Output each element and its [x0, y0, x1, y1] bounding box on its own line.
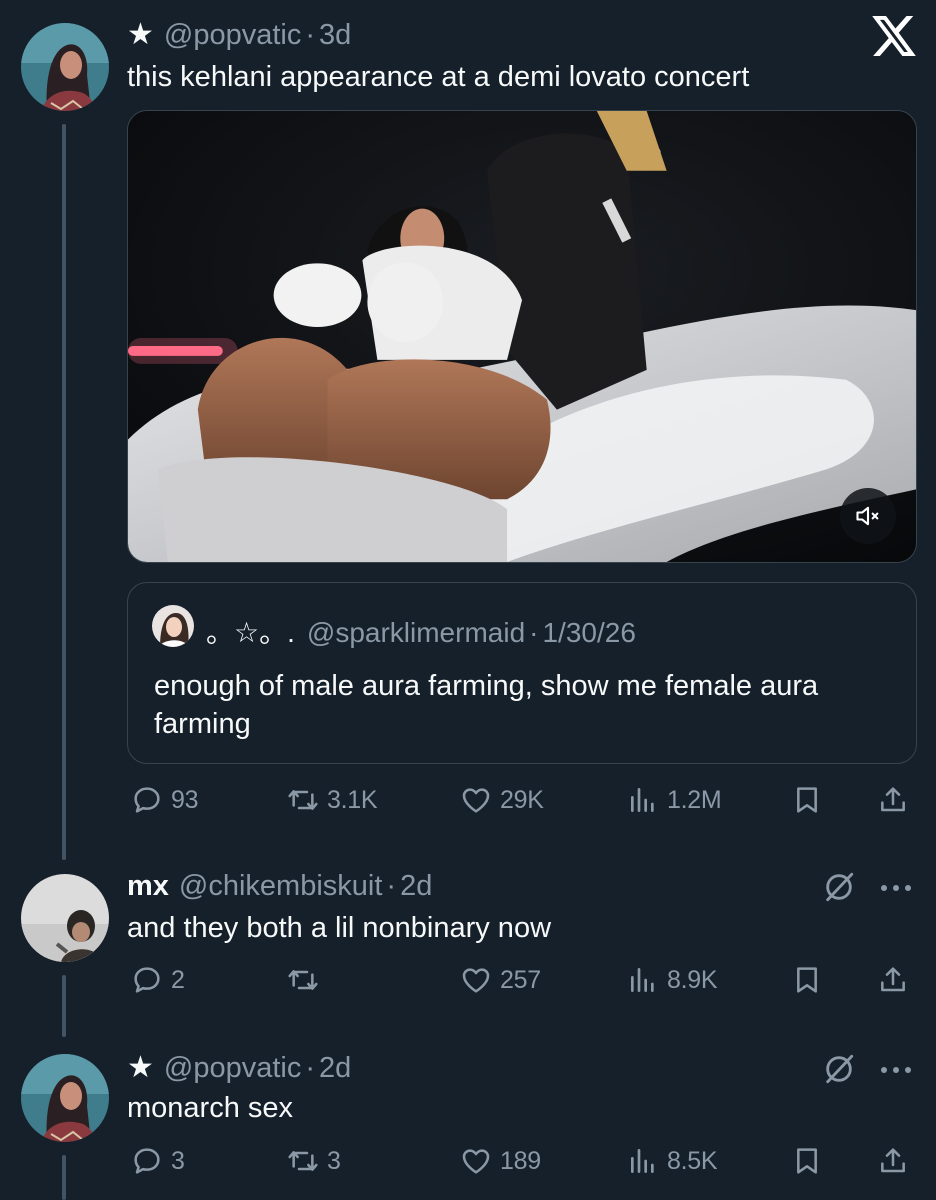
thread-line: [62, 975, 66, 1037]
share-icon: [881, 787, 905, 812]
separator-dot: ·: [529, 617, 539, 648]
action-bar: 2 257 8.9K: [127, 960, 917, 1000]
bookmark-icon: [797, 787, 817, 813]
mute-button[interactable]: [840, 488, 896, 544]
retweet-button[interactable]: 3.1K: [287, 780, 378, 820]
reply-button[interactable]: 3: [131, 1141, 185, 1181]
quote-name[interactable]: 。☆。.: [206, 611, 295, 651]
views-count: 8.9K: [667, 965, 718, 994]
avatar[interactable]: [21, 1054, 109, 1142]
quote-text: enough of male aura farming, show me fem…: [154, 670, 819, 740]
views-button[interactable]: 8.5K: [627, 1141, 718, 1181]
share-icon: [881, 967, 905, 992]
separator-dot: ·: [305, 1052, 316, 1084]
reply-icon: [134, 1148, 160, 1174]
reply-count: 3: [171, 1146, 185, 1175]
reply-icon: [134, 967, 160, 993]
more-icon[interactable]: [876, 1060, 916, 1080]
tweet-video[interactable]: [127, 110, 917, 563]
views-button[interactable]: 8.9K: [627, 960, 718, 1000]
muted-speaker-icon: [856, 506, 879, 526]
more-icon[interactable]: [876, 878, 916, 898]
like-count: 189: [500, 1146, 541, 1175]
views-icon: [631, 968, 654, 992]
thread-line: [62, 124, 66, 860]
tweet-name[interactable]: mx: [127, 870, 169, 903]
like-count: 257: [500, 965, 541, 994]
quote-avatar[interactable]: [152, 605, 194, 647]
avatar[interactable]: [21, 23, 109, 111]
separator-dot: ·: [386, 870, 397, 902]
heart-icon: [462, 788, 490, 813]
heart-icon: [462, 968, 490, 993]
quoted-tweet[interactable]: 。☆。. @sparklimermaid · 1/30/26 enough of…: [127, 582, 917, 764]
action-bar: 93 3.1K 29K 1.2M: [127, 780, 917, 820]
action-bar: 3 3 189 8.5K: [127, 1141, 917, 1181]
reply-count: 2: [171, 965, 185, 994]
quote-time[interactable]: 1/30/26: [542, 617, 635, 649]
tweet-header: ★ @popvatic · 2d: [127, 1050, 351, 1085]
tweet-handle[interactable]: @chikembiskuit: [179, 870, 383, 903]
thread-line: [62, 1155, 66, 1200]
views-icon: [631, 788, 654, 812]
heart-icon: [462, 1149, 490, 1174]
retweet-icon: [288, 1151, 318, 1171]
retweet-icon: [288, 970, 318, 990]
tweet-time[interactable]: 3d: [319, 19, 351, 52]
share-button[interactable]: [877, 780, 917, 820]
verified-star: ★: [127, 1051, 154, 1084]
retweet-count: 3.1K: [327, 785, 378, 814]
x-logo-icon[interactable]: [872, 16, 916, 56]
like-button[interactable]: 257: [460, 960, 541, 1000]
bookmark-button[interactable]: [791, 780, 831, 820]
verified-star: ★: [127, 18, 154, 51]
tweet-header: ★ @popvatic · 3d: [127, 17, 351, 52]
reply-button[interactable]: 93: [131, 780, 199, 820]
quote-handle[interactable]: @sparklimermaid: [307, 617, 525, 649]
avatar[interactable]: [21, 874, 109, 962]
tweet-handle[interactable]: @popvatic: [164, 1052, 301, 1085]
retweet-count: 3: [327, 1146, 341, 1175]
bookmark-icon: [797, 1148, 817, 1174]
share-icon: [881, 1148, 905, 1173]
like-button[interactable]: 189: [460, 1141, 541, 1181]
views-button[interactable]: 1.2M: [627, 780, 722, 820]
share-button[interactable]: [877, 960, 917, 1000]
bookmark-button[interactable]: [791, 1141, 831, 1181]
tweet-text: this kehlani appearance at a demi lovato…: [127, 61, 750, 93]
share-button[interactable]: [877, 1141, 917, 1181]
like-button[interactable]: 29K: [460, 780, 544, 820]
views-count: 1.2M: [667, 785, 722, 814]
grok-icon[interactable]: [822, 870, 856, 904]
tweet-text: monarch sex: [127, 1092, 294, 1124]
like-count: 29K: [500, 785, 544, 814]
bookmark-icon: [797, 967, 817, 993]
tweet-handle[interactable]: @popvatic: [164, 19, 301, 52]
grok-icon[interactable]: [822, 1052, 856, 1086]
retweet-icon: [288, 790, 318, 810]
quote-header: 。☆。. @sparklimermaid · 1/30/26: [206, 611, 636, 651]
retweet-button[interactable]: [287, 960, 327, 1000]
reply-button[interactable]: 2: [131, 960, 185, 1000]
tweet-header: mx @chikembiskuit · 2d: [127, 870, 432, 903]
timeline: ★ @popvatic · 3d this kehlani appearance…: [0, 0, 936, 1200]
tweet-time[interactable]: 2d: [400, 870, 432, 903]
retweet-button[interactable]: 3: [287, 1141, 341, 1181]
tweet-text: and they both a lil nonbinary now: [127, 912, 552, 944]
views-icon: [631, 1149, 654, 1173]
reply-count: 93: [171, 785, 199, 814]
bookmark-button[interactable]: [791, 960, 831, 1000]
views-count: 8.5K: [667, 1146, 718, 1175]
tweet-time[interactable]: 2d: [319, 1052, 351, 1085]
separator-dot: ·: [305, 19, 316, 51]
reply-icon: [134, 787, 160, 813]
